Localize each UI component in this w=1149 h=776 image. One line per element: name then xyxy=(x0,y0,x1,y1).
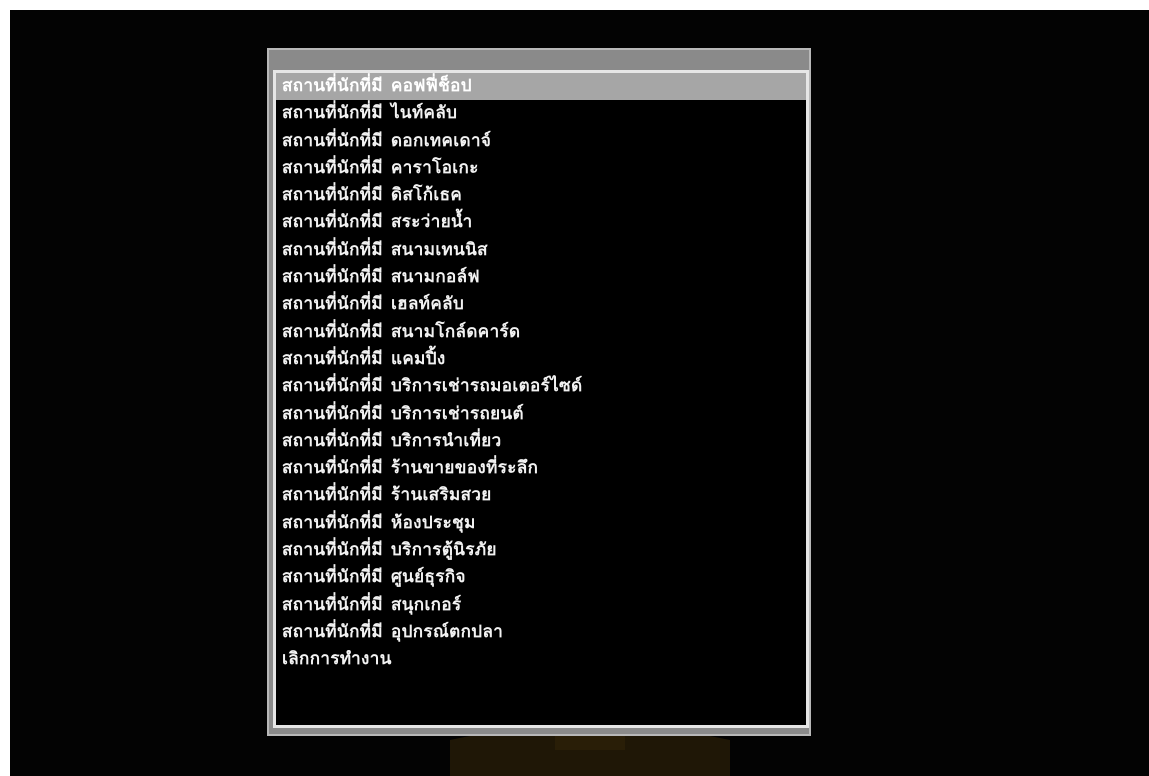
menu-item[interactable]: สถานที่นักที่มี บริการตู้นิรภัย xyxy=(276,537,806,564)
menu-item[interactable]: สถานที่นักที่มี คอฟฟี่ช็อป xyxy=(276,73,806,101)
menu-item-label: ร้านเสริมสวย xyxy=(390,485,492,506)
menu-item[interactable]: สถานที่นักที่มี ร้านขายของที่ระลึก xyxy=(276,455,806,482)
menu-item-prefix: สถานที่นักที่มี xyxy=(282,512,383,533)
menu-item[interactable]: สถานที่นักที่มี ดอกเทคเดาจ์ xyxy=(276,128,806,155)
menu-item[interactable]: สถานที่นักที่มี บริการนำเที่ยว xyxy=(276,428,806,455)
menu-item-label: คาราโอเกะ xyxy=(390,157,479,178)
menu-item-label: บริการตู้นิรภัย xyxy=(390,540,497,561)
menu-item-label: ไนท์คลับ xyxy=(390,103,458,124)
menu-item-label: สนามเทนนิส xyxy=(390,239,488,260)
menu-item[interactable]: สถานที่นักที่มี ศูนย์ธุรกิจ xyxy=(276,564,806,591)
menu-item-prefix: สถานที่นักที่มี xyxy=(282,376,383,397)
menu-item-prefix: สถานที่นักที่มี xyxy=(282,294,383,315)
menu-item-label: ห้องประชุม xyxy=(390,512,476,533)
menu-item-prefix: สถานที่นักที่มี xyxy=(282,485,383,506)
menu-list-panel: สถานที่นักที่มี คอฟฟี่ช็อป สถานที่นักที่มี… xyxy=(273,70,809,728)
menu-list: สถานที่นักที่มี คอฟฟี่ช็อป สถานที่นักที่มี… xyxy=(276,73,806,674)
menu-item-label: เลิกการทำงาน xyxy=(282,649,392,670)
menu-item[interactable]: สถานที่นักที่มี อุปกรณ์ตกปลา xyxy=(276,619,806,646)
menu-item-label: สนุกเกอร์ xyxy=(390,594,462,615)
menu-item[interactable]: สถานที่นักที่มี ไนท์คลับ xyxy=(276,100,806,127)
menu-item-label: ดิสโก้เธค xyxy=(390,185,463,206)
menu-item-prefix: สถานที่นักที่มี xyxy=(282,185,383,206)
menu-item[interactable]: สถานที่นักที่มี เฮลท์คลับ xyxy=(276,291,806,318)
menu-item[interactable]: สถานที่นักที่มี สนามเทนนิส xyxy=(276,237,806,264)
menu-item-label: บริการนำเที่ยว xyxy=(390,430,502,451)
menu-item[interactable]: สถานที่นักที่มี คาราโอเกะ xyxy=(276,155,806,182)
menu-item[interactable]: สถานที่นักที่มี บริการเช่ารถยนต์ xyxy=(276,401,806,428)
menu-item-label: สนามโกล์ดคาร์ด xyxy=(390,321,521,342)
menu-item-prefix: สถานที่นักที่มี xyxy=(282,567,383,588)
menu-item-prefix: สถานที่นักที่มี xyxy=(282,130,383,151)
menu-item-label: คอฟฟี่ช็อป xyxy=(390,76,472,96)
menu-item-label: อุปกรณ์ตกปลา xyxy=(390,621,504,642)
menu-item-exit[interactable]: เลิกการทำงาน xyxy=(276,646,806,673)
menu-item-prefix: สถานที่นักที่มี xyxy=(282,321,383,342)
menu-item-prefix: สถานที่นักที่มี xyxy=(282,430,383,451)
menu-item-prefix: สถานที่นักที่มี xyxy=(282,103,383,124)
menu-item-label: บริการเช่ารถมอเตอร์ไซด์ xyxy=(390,376,583,397)
menu-item-prefix: สถานที่นักที่มี xyxy=(282,157,383,178)
menu-item[interactable]: สถานที่นักที่มี แคมปิ้ง xyxy=(276,346,806,373)
menu-item-label: แคมปิ้ง xyxy=(390,348,446,369)
menu-item-label: ศูนย์ธุรกิจ xyxy=(390,567,466,588)
menu-item-prefix: สถานที่นักที่มี xyxy=(282,76,383,96)
menu-item-label: เฮลท์คลับ xyxy=(390,294,465,315)
menu-item-prefix: สถานที่นักที่มี xyxy=(282,621,383,642)
menu-item-prefix: สถานที่นักที่มี xyxy=(282,239,383,260)
menu-item-prefix: สถานที่นักที่มี xyxy=(282,458,383,479)
menu-item[interactable]: สถานที่นักที่มี สนุกเกอร์ xyxy=(276,592,806,619)
menu-item-label: ดอกเทคเดาจ์ xyxy=(390,130,492,151)
menu-item[interactable]: สถานที่นักที่มี สนามกอล์ฟ xyxy=(276,264,806,291)
menu-item[interactable]: สถานที่นักที่มี สนามโกล์ดคาร์ด xyxy=(276,319,806,346)
menu-dialog: สถานที่นักที่มี คอฟฟี่ช็อป สถานที่นักที่มี… xyxy=(267,48,811,736)
screen: สถานที่นักที่มี คอฟฟี่ช็อป สถานที่นักที่มี… xyxy=(10,10,1149,776)
menu-item-prefix: สถานที่นักที่มี xyxy=(282,403,383,424)
menu-item[interactable]: สถานที่นักที่มี สระว่ายน้ำ xyxy=(276,209,806,236)
menu-item-prefix: สถานที่นักที่มี xyxy=(282,348,383,369)
menu-item[interactable]: สถานที่นักที่มี บริการเช่ารถมอเตอร์ไซด์ xyxy=(276,373,806,400)
menu-item-prefix: สถานที่นักที่มี xyxy=(282,212,383,233)
menu-item-label: บริการเช่ารถยนต์ xyxy=(390,403,525,424)
menu-item-label: ร้านขายของที่ระลึก xyxy=(390,458,539,479)
menu-item-label: สนามกอล์ฟ xyxy=(390,267,480,288)
menu-item-label: สระว่ายน้ำ xyxy=(390,212,473,233)
menu-item-prefix: สถานที่นักที่มี xyxy=(282,267,383,288)
menu-item-prefix: สถานที่นักที่มี xyxy=(282,540,383,561)
menu-item[interactable]: สถานที่นักที่มี ร้านเสริมสวย xyxy=(276,482,806,509)
menu-item[interactable]: สถานที่นักที่มี ห้องประชุม xyxy=(276,510,806,537)
menu-item[interactable]: สถานที่นักที่มี ดิสโก้เธค xyxy=(276,182,806,209)
menu-item-prefix: สถานที่นักที่มี xyxy=(282,594,383,615)
